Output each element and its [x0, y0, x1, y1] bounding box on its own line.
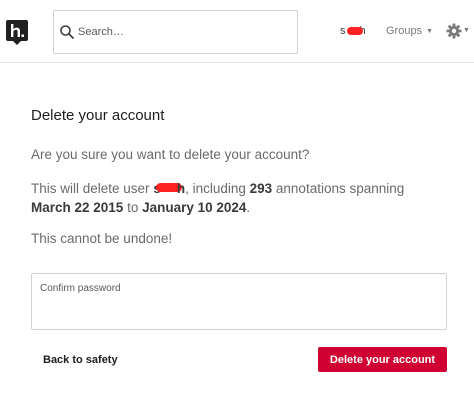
details-suffix: . — [246, 200, 251, 215]
delete-account-button[interactable]: Delete your account — [318, 347, 447, 372]
username-start: s — [340, 25, 346, 37]
groups-label: Groups — [386, 25, 423, 37]
details-to: to — [123, 200, 143, 215]
chevron-down-icon: ▼ — [426, 28, 434, 35]
details-user-end: h — [176, 181, 186, 196]
search-input[interactable] — [78, 11, 288, 53]
confirm-password-label: Confirm password — [40, 283, 121, 294]
username-redaction — [347, 27, 363, 35]
back-to-safety-button[interactable]: Back to safety — [31, 347, 130, 372]
gear-icon[interactable] — [446, 23, 462, 39]
delete-details: This will delete user sh, including 293 … — [31, 179, 451, 217]
confirm-password-input[interactable] — [39, 300, 437, 322]
annotation-count: 293 — [249, 181, 273, 196]
groups-menu[interactable]: Groups ▼ — [386, 25, 433, 37]
top-bar: sh Groups▼ ▼ — [0, 0, 474, 63]
hypothesis-logo-icon[interactable] — [6, 20, 28, 45]
undo-warning: This cannot be undone! — [31, 231, 173, 246]
page-title: Delete your account — [31, 107, 165, 124]
date-to: January 10 2024 — [142, 200, 247, 215]
search-box[interactable] — [53, 10, 298, 54]
details-including: , including — [185, 181, 250, 196]
settings-chevron-down-icon[interactable]: ▼ — [463, 27, 470, 34]
details-prefix: This will delete user — [31, 181, 154, 196]
date-from: March 22 2015 — [31, 200, 124, 215]
search-icon — [60, 25, 74, 39]
confirm-password-field[interactable]: Confirm password — [31, 273, 447, 330]
confirm-question: Are you sure you want to delete your acc… — [31, 147, 310, 162]
details-annotations-spanning: annotations spanning — [272, 181, 405, 196]
